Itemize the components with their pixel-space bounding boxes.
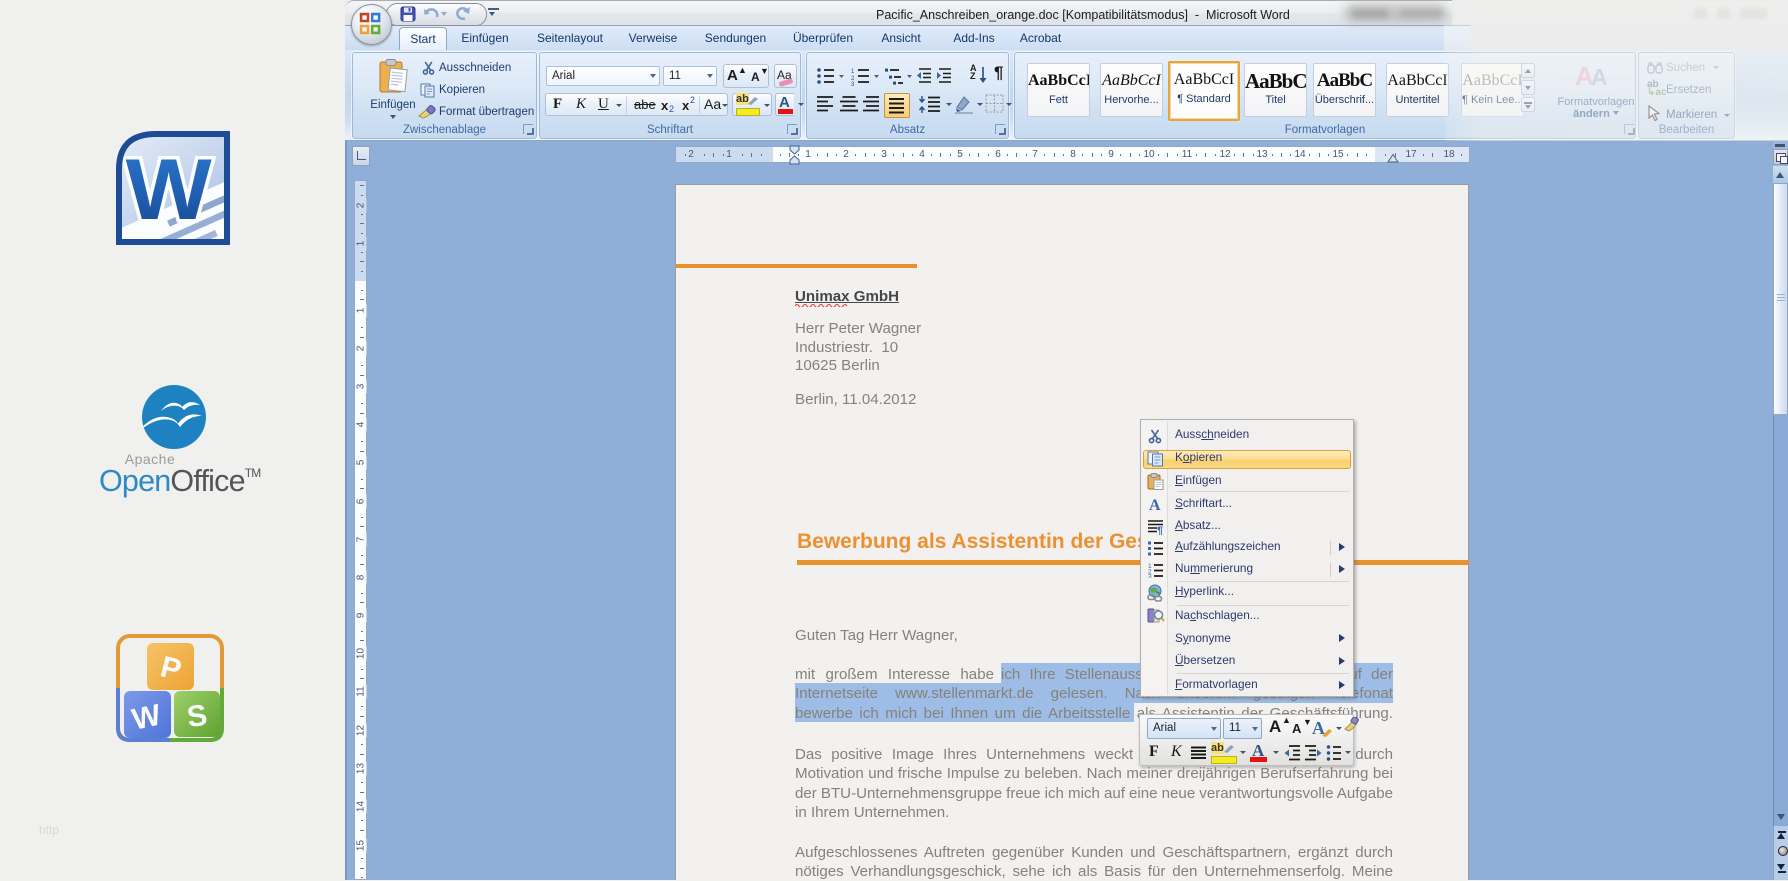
svg-text:3: 3 <box>851 82 855 87</box>
svg-text:¶: ¶ <box>1157 525 1163 535</box>
svg-text:3: 3 <box>1148 574 1152 579</box>
svg-text:1: 1 <box>851 69 855 75</box>
svg-text:W: W <box>126 141 212 237</box>
